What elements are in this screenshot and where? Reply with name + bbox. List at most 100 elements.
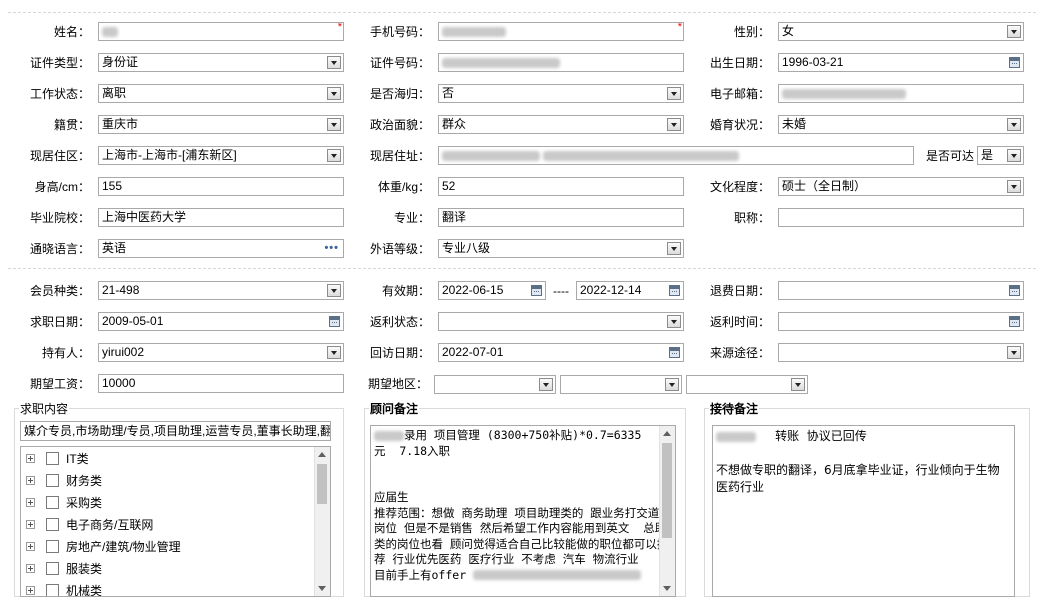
calendar-icon[interactable] bbox=[329, 316, 340, 327]
lang-level-select[interactable]: 专业八级 bbox=[438, 239, 684, 258]
chevron-down-icon[interactable] bbox=[667, 87, 681, 100]
native-select[interactable]: 重庆市 bbox=[98, 115, 344, 134]
expand-icon[interactable] bbox=[26, 564, 35, 573]
chevron-down-icon[interactable] bbox=[1007, 180, 1021, 193]
name-field[interactable]: * bbox=[98, 22, 344, 41]
notes-scrollbar[interactable] bbox=[659, 426, 675, 596]
language-value: 英语 bbox=[102, 241, 127, 255]
school-field[interactable]: 上海中医药大学 bbox=[98, 208, 344, 227]
source-select[interactable] bbox=[778, 343, 1024, 362]
chevron-down-icon[interactable] bbox=[327, 87, 341, 100]
tree-item-label: 服装类 bbox=[66, 562, 103, 576]
valid-from-field[interactable]: 2022-06-15 bbox=[438, 281, 546, 300]
birth-date-field[interactable]: 1996-03-21 bbox=[778, 53, 1024, 72]
valid-to-field[interactable]: 2022-12-14 bbox=[576, 281, 684, 300]
expand-icon[interactable] bbox=[26, 586, 35, 595]
member-type-select[interactable]: 21-498 bbox=[98, 281, 344, 300]
reachable-select[interactable]: 是 bbox=[977, 146, 1024, 165]
expand-icon[interactable] bbox=[26, 542, 35, 551]
calendar-icon[interactable] bbox=[669, 285, 680, 296]
education-select[interactable]: 硕士（全日制） bbox=[778, 177, 1024, 196]
chevron-down-icon[interactable] bbox=[327, 56, 341, 69]
checkbox[interactable] bbox=[46, 518, 59, 531]
scroll-down-icon[interactable] bbox=[318, 586, 326, 591]
id-no-field[interactable] bbox=[438, 53, 684, 72]
reception-notes-textarea[interactable]: 转账 协议已回传 不想做专职的翻译，6月底拿毕业证，行业倾向于生物医药行业 bbox=[712, 425, 1015, 597]
expand-icon[interactable] bbox=[26, 520, 35, 529]
tree-item-label: IT类 bbox=[66, 452, 89, 466]
chevron-down-icon[interactable] bbox=[327, 149, 341, 162]
chevron-down-icon[interactable] bbox=[791, 378, 805, 391]
redacted-mask bbox=[716, 431, 756, 442]
major-field[interactable]: 翻译 bbox=[438, 208, 684, 227]
holder-select[interactable]: yirui002 bbox=[98, 343, 344, 362]
work-status-value: 离职 bbox=[102, 86, 127, 100]
calendar-icon[interactable] bbox=[531, 285, 542, 296]
chevron-down-icon[interactable] bbox=[665, 378, 679, 391]
salary-field[interactable]: 10000 bbox=[98, 374, 344, 393]
returnee-select[interactable]: 否 bbox=[438, 84, 684, 103]
expand-icon[interactable] bbox=[26, 454, 35, 463]
address-field[interactable] bbox=[438, 146, 914, 165]
work-status-select[interactable]: 离职 bbox=[98, 84, 344, 103]
required-mark: * bbox=[677, 22, 682, 33]
region-district-select[interactable] bbox=[686, 375, 808, 394]
scroll-up-icon[interactable] bbox=[318, 452, 326, 457]
chevron-down-icon[interactable] bbox=[327, 346, 341, 359]
phone-field[interactable]: * bbox=[438, 22, 684, 41]
gender-select[interactable]: 女 bbox=[778, 22, 1024, 41]
refund-date-field[interactable] bbox=[778, 281, 1024, 300]
chevron-down-icon[interactable] bbox=[1007, 149, 1021, 162]
chevron-down-icon[interactable] bbox=[1007, 346, 1021, 359]
chevron-down-icon[interactable] bbox=[327, 118, 341, 131]
email-field[interactable] bbox=[778, 84, 1024, 103]
checkbox[interactable] bbox=[46, 496, 59, 509]
region-province-select[interactable] bbox=[434, 375, 556, 394]
job-content-field[interactable]: 媒介专员,市场助理/专员,项目助理,运营专员,董事长助理,翻 bbox=[20, 421, 331, 441]
job-date-field[interactable]: 2009-05-01 bbox=[98, 312, 344, 331]
consultant-notes-textarea[interactable]: 录用 项目管理 (8300+750补贴)*0.7=6335 元 7.18入职 应… bbox=[370, 425, 676, 597]
checkbox[interactable] bbox=[46, 562, 59, 575]
checkbox[interactable] bbox=[46, 474, 59, 487]
residence-area-select[interactable]: 上海市-上海市-[浦东新区] bbox=[98, 146, 344, 165]
checkbox[interactable] bbox=[46, 452, 59, 465]
expand-icon[interactable] bbox=[26, 498, 35, 507]
native-label: 籍贯： bbox=[53, 118, 90, 132]
chevron-down-icon[interactable] bbox=[539, 378, 553, 391]
calendar-icon[interactable] bbox=[1009, 316, 1020, 327]
height-field[interactable]: 155 bbox=[98, 177, 344, 196]
politics-value: 群众 bbox=[442, 117, 467, 131]
calendar-icon[interactable] bbox=[1009, 285, 1020, 296]
scroll-down-icon[interactable] bbox=[663, 586, 671, 591]
more-icon[interactable]: ••• bbox=[324, 242, 339, 254]
title-field[interactable] bbox=[778, 208, 1024, 227]
marital-select[interactable]: 未婚 bbox=[778, 115, 1024, 134]
rebate-time-field[interactable] bbox=[778, 312, 1024, 331]
calendar-icon[interactable] bbox=[1009, 57, 1020, 68]
region-city-select[interactable] bbox=[560, 375, 682, 394]
visit-date-field[interactable]: 2022-07-01 bbox=[438, 343, 684, 362]
chevron-down-icon[interactable] bbox=[667, 242, 681, 255]
politics-select[interactable]: 群众 bbox=[438, 115, 684, 134]
redacted-mask bbox=[102, 26, 118, 37]
chevron-down-icon[interactable] bbox=[667, 315, 681, 328]
tree-scrollbar[interactable] bbox=[314, 447, 330, 596]
chevron-down-icon[interactable] bbox=[327, 284, 341, 297]
scroll-up-icon[interactable] bbox=[663, 431, 671, 436]
expand-icon[interactable] bbox=[26, 476, 35, 485]
lang-level-value: 专业八级 bbox=[442, 241, 491, 255]
scroll-thumb[interactable] bbox=[662, 443, 672, 538]
checkbox[interactable] bbox=[46, 584, 59, 596]
redacted-mask bbox=[442, 150, 540, 161]
scroll-thumb[interactable] bbox=[317, 464, 327, 504]
calendar-icon[interactable] bbox=[669, 347, 680, 358]
chevron-down-icon[interactable] bbox=[667, 118, 681, 131]
chevron-down-icon[interactable] bbox=[1007, 118, 1021, 131]
chevron-down-icon[interactable] bbox=[1007, 25, 1021, 38]
language-field[interactable]: 英语 ••• bbox=[98, 239, 344, 258]
rebate-status-select[interactable] bbox=[438, 312, 684, 331]
work-status-label: 工作状态： bbox=[29, 87, 90, 101]
checkbox[interactable] bbox=[46, 540, 59, 553]
weight-field[interactable]: 52 bbox=[438, 177, 684, 196]
id-type-select[interactable]: 身份证 bbox=[98, 53, 344, 72]
